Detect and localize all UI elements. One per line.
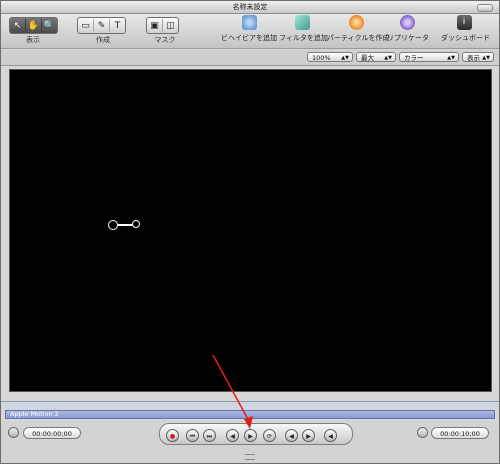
toolbar-toggle-button[interactable] (477, 4, 493, 12)
loop-button[interactable]: ⟳ (263, 429, 276, 442)
transport-bar: ● ⏮ ⏭ ◀ ▶ ⟳ ◀ ▶ ◀ (159, 423, 353, 445)
replicator-icon (399, 15, 415, 30)
replicator-label: リプリケータ (387, 34, 429, 42)
anchor-point-icon[interactable] (108, 220, 118, 230)
replicator-button[interactable]: リプリケータ (387, 15, 429, 43)
view-group-label: 表示 (26, 36, 40, 44)
channels-value: カラー (404, 54, 424, 62)
view-tools-group: ↖ ✋ 🔍 (9, 17, 58, 34)
bezier-mask-icon[interactable]: ◫ (163, 19, 178, 32)
play-range-end-icon[interactable] (417, 427, 428, 438)
channels-popup[interactable]: カラー ▲▼ (399, 52, 459, 62)
gear-icon (241, 15, 257, 30)
rect-mask-icon[interactable]: ▣ (147, 19, 163, 32)
magnifier-icon[interactable]: 🔍 (42, 19, 57, 32)
go-to-end-button[interactable]: ⏭ (203, 429, 216, 442)
dashboard-label: ダッシュボード (441, 34, 490, 42)
canvas-options-bar: 100% ▲▼ 最大 ▲▼ カラー ▲▼ 表示 ▲▼ (1, 50, 499, 66)
play-range-start-icon[interactable] (8, 427, 19, 438)
add-filter-label: フィルタを追加 (279, 34, 328, 42)
filter-icon (294, 15, 310, 30)
rectangle-icon[interactable]: ▭ (78, 19, 94, 32)
info-icon: i (456, 15, 472, 30)
window-title: 名称未設定 (232, 3, 268, 11)
end-timecode-field[interactable]: 00:00:10;00 (431, 427, 489, 439)
audio-button[interactable]: ◀ (285, 429, 298, 442)
make-particles-label: パーティクルを作成 (327, 34, 390, 42)
mask-tools-group: ▣ ◫ (146, 17, 179, 34)
resolution-value: 最大 (361, 54, 374, 62)
resolution-popup[interactable]: 最大 ▲▼ (356, 52, 396, 62)
add-behavior-label: ビヘイビアを追加 (221, 34, 277, 42)
arrow-cursor-icon[interactable]: ↖ (10, 19, 26, 32)
dashboard-button[interactable]: i ダッシュボード (441, 15, 490, 43)
rotation-line (118, 224, 133, 226)
start-timecode-field[interactable]: 00:00:00;00 (23, 427, 81, 439)
step-forward-button[interactable]: ▶ (302, 429, 315, 442)
project-bar: Apple Motion 2 (5, 410, 495, 419)
add-behavior-button[interactable]: ビヘイビアを追加 (221, 15, 277, 43)
toolbar: ↖ ✋ 🔍 表示 ▭ ✎ T 作成 ▣ ◫ マスク ビヘイビアを追加 フィルタを… (1, 14, 499, 49)
bezier-pen-icon[interactable]: ✎ (94, 19, 110, 32)
view-value: 表示 (467, 54, 480, 62)
popup-arrows-icon: ▲▼ (341, 55, 349, 61)
add-filter-button[interactable]: フィルタを追加 (279, 15, 328, 43)
popup-arrows-icon: ▲▼ (384, 55, 392, 61)
popup-arrows-icon: ▲▼ (447, 55, 455, 61)
text-t-icon[interactable]: T (110, 19, 125, 32)
view-popup[interactable]: 表示 ▲▼ (462, 52, 494, 62)
resize-grip-icon[interactable] (245, 454, 255, 460)
transport-controls: 00:00:00;00 ● ⏮ ⏭ ◀ ▶ ⟳ ◀ ▶ ◀ 00:00:10;0… (1, 421, 499, 463)
zoom-value: 100% (312, 54, 331, 62)
create-group-label: 作成 (96, 36, 110, 44)
mask-group-label: マスク (154, 36, 176, 44)
play-button[interactable]: ▶ (244, 429, 257, 442)
go-to-start-button[interactable]: ⏮ (186, 429, 199, 442)
title-bar: 名称未設定 (1, 1, 499, 14)
hand-icon[interactable]: ✋ (26, 19, 42, 32)
mute-button[interactable]: ◀ (324, 429, 337, 442)
record-button[interactable]: ● (166, 429, 179, 442)
step-back-button[interactable]: ◀ (226, 429, 239, 442)
mini-timeline[interactable] (1, 401, 499, 410)
rotation-handle[interactable] (132, 220, 140, 228)
make-particles-button[interactable]: パーティクルを作成 (327, 15, 390, 43)
create-tools-group: ▭ ✎ T (77, 17, 126, 34)
zoom-popup[interactable]: 100% ▲▼ (307, 52, 353, 62)
canvas[interactable] (9, 69, 492, 392)
motion-window: 名称未設定 ↖ ✋ 🔍 表示 ▭ ✎ T 作成 ▣ ◫ マスク ビヘイビアを追加… (0, 0, 500, 464)
particle-icon (348, 15, 364, 30)
popup-arrows-icon: ▲▼ (482, 55, 490, 61)
